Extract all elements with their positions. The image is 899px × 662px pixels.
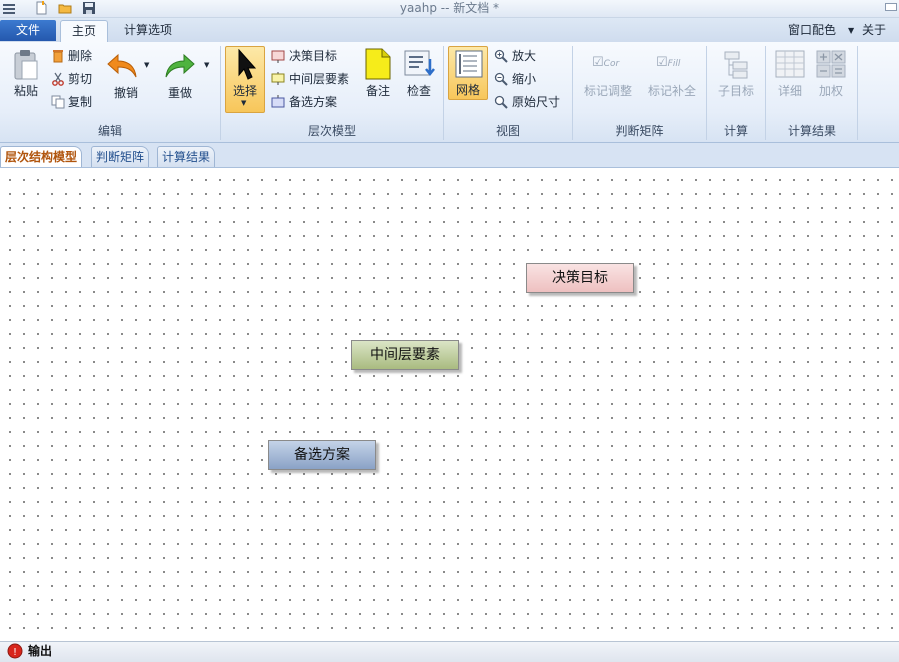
- weight-button: 加权: [811, 47, 851, 107]
- redo-dropdown-icon[interactable]: ▼: [204, 61, 212, 69]
- clipboard-icon: [14, 50, 38, 80]
- goal-node[interactable]: 决策目标: [526, 263, 634, 293]
- grid-toggle-button[interactable]: 网格: [448, 46, 488, 100]
- delete-icon: [53, 50, 63, 63]
- select-tool-button[interactable]: 选择 ▼: [225, 46, 265, 113]
- undo-dropdown-icon[interactable]: ▼: [144, 61, 152, 69]
- paste-label: 粘贴: [13, 84, 38, 98]
- arrow-pointer-icon: [238, 49, 257, 80]
- delete-button[interactable]: 删除: [68, 47, 102, 65]
- zoom-in-button[interactable]: 放大: [512, 47, 546, 65]
- middle-node-icon: [271, 72, 285, 85]
- undo-arrow-icon: [107, 53, 137, 78]
- save-icon[interactable]: [82, 1, 96, 15]
- calc-group-label: 计算: [723, 124, 748, 138]
- redo-label: 重做: [167, 86, 192, 100]
- detail-label: 详细: [777, 84, 802, 98]
- tab-hierarchy-model[interactable]: 层次结构模型: [0, 146, 83, 167]
- output-warning-icon: !: [7, 643, 23, 659]
- redo-button[interactable]: ▼ 重做: [160, 47, 212, 107]
- fill-check-icon: ☑Fill: [656, 55, 681, 70]
- file-menu-tab[interactable]: 文件: [0, 20, 56, 41]
- calc-options-tab[interactable]: 计算选项: [116, 20, 180, 41]
- svg-text:!: !: [13, 647, 17, 658]
- mark-adjust-label: 标记调整: [583, 84, 632, 98]
- output-panel-label[interactable]: 输出: [28, 642, 52, 660]
- fill-icon-label: Fill: [667, 59, 681, 69]
- cut-button[interactable]: 剪切: [68, 70, 102, 88]
- check-list-icon: [404, 50, 435, 77]
- chevron-down-icon[interactable]: ▼: [848, 20, 858, 41]
- undo-label: 撤销: [113, 86, 138, 100]
- scissors-icon: [52, 72, 64, 86]
- result-group-label: 计算结果: [787, 124, 836, 138]
- tree-icon: [724, 51, 748, 79]
- tab-calc-result[interactable]: 计算结果: [157, 146, 216, 167]
- window-title: yaahp -- 新文档 *: [399, 1, 500, 15]
- note-icon: [365, 48, 391, 80]
- original-size-button[interactable]: 原始尺寸: [512, 93, 568, 111]
- calculator-icon: [816, 50, 846, 78]
- sub-goal-label: 子目标: [717, 84, 754, 98]
- detail-button: 详细: [771, 47, 809, 107]
- zoom-out-button[interactable]: 缩小: [512, 70, 546, 88]
- home-tab[interactable]: 主页: [60, 20, 108, 43]
- redo-arrow-icon: [165, 53, 195, 78]
- minimize-button[interactable]: [885, 3, 897, 11]
- middle-layer-node[interactable]: 中间层要素: [351, 340, 459, 370]
- mark-adjust-button: ☑Cor 标记调整: [578, 47, 638, 107]
- hierarchy-group-label: 层次模型: [307, 124, 356, 138]
- goal-node-icon: [271, 50, 285, 63]
- matrix-group-label: 判断矩阵: [615, 124, 664, 138]
- cor-check-icon: ☑Cor: [592, 55, 620, 70]
- group-divider: [857, 46, 858, 140]
- mark-fill-button: ☑Fill 标记补全: [642, 47, 702, 107]
- tab-judgment-matrix[interactable]: 判断矩阵: [91, 146, 150, 167]
- model-canvas[interactable]: [0, 168, 899, 641]
- check-button[interactable]: 检查: [400, 47, 438, 107]
- grid-icon: [455, 50, 483, 78]
- view-group-label: 视图: [495, 124, 520, 138]
- copy-button[interactable]: 复制: [68, 93, 102, 111]
- detail-table-icon: [775, 50, 805, 78]
- select-label: 选择: [232, 84, 257, 98]
- status-bar: [0, 641, 899, 662]
- window-color-menu[interactable]: 窗口配色: [788, 20, 846, 41]
- grid-label: 网格: [455, 83, 480, 97]
- zoom-in-icon: [494, 49, 508, 63]
- cor-icon-label: Cor: [603, 59, 620, 69]
- note-button[interactable]: 备注: [360, 47, 396, 107]
- undo-button[interactable]: ▼ 撤销: [104, 47, 150, 107]
- paste-button[interactable]: 粘贴: [6, 47, 46, 107]
- new-document-icon[interactable]: [34, 1, 48, 15]
- open-document-icon[interactable]: [58, 1, 72, 15]
- edit-group-label: 编辑: [97, 124, 122, 138]
- check-label: 检查: [406, 84, 431, 98]
- weight-label: 加权: [818, 84, 843, 98]
- note-label: 备注: [365, 84, 390, 98]
- add-middle-layer-button[interactable]: 中间层要素: [289, 70, 359, 88]
- add-alternative-button[interactable]: 备选方案: [289, 93, 353, 111]
- actual-size-icon: [494, 95, 508, 109]
- zoom-out-icon: [494, 72, 508, 86]
- add-goal-button[interactable]: 决策目标: [289, 47, 353, 65]
- mark-fill-label: 标记补全: [647, 84, 696, 98]
- about-menu[interactable]: 关于: [862, 20, 894, 41]
- sub-goal-button: 子目标: [712, 47, 760, 107]
- copy-icon: [51, 95, 65, 109]
- alternative-node[interactable]: 备选方案: [268, 440, 376, 470]
- alternative-node-icon: [271, 95, 285, 108]
- select-dropdown-icon[interactable]: ▼: [241, 99, 249, 107]
- app-menu-icon[interactable]: [2, 1, 16, 15]
